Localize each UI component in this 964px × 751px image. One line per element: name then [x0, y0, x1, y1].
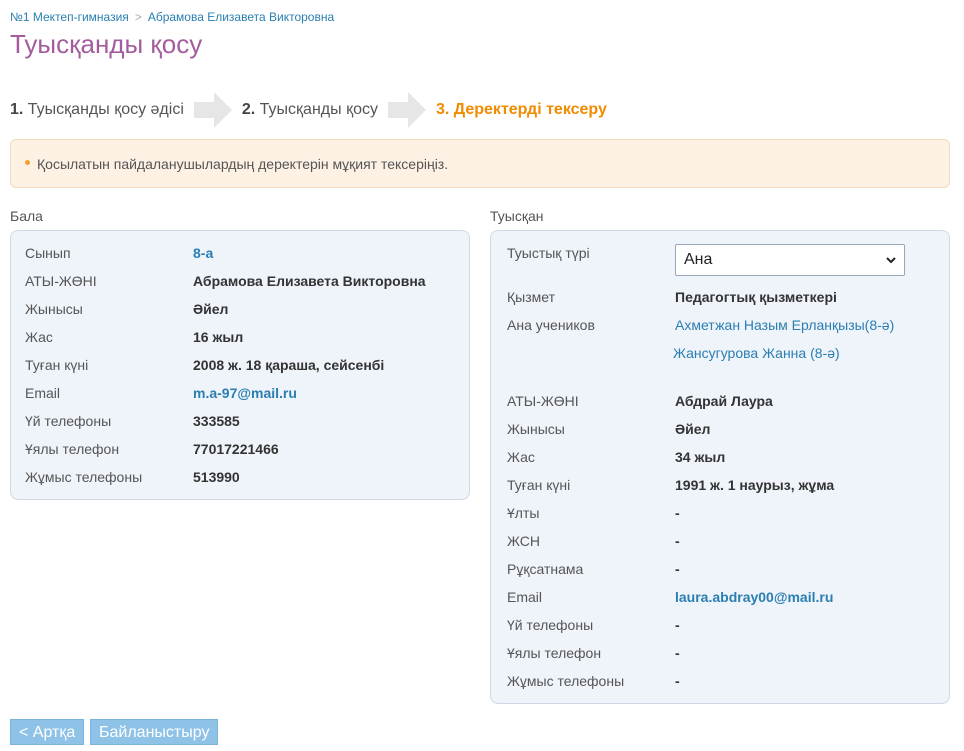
student-link[interactable]: Ахметжан Назым Ерланқызы: [675, 317, 865, 333]
relative-panel: Туыстық түрі Ана Қызмет Педагогтық қызме…: [490, 230, 950, 704]
child-row-home-phone: Үй телефоны 333585: [25, 413, 240, 429]
bullet-icon: [25, 160, 30, 165]
child-class-link[interactable]: 8-а: [193, 245, 213, 261]
step-arrow-icon: [387, 92, 426, 128]
student-item: Ахметжан Назым Ерланқызы(8-ә): [675, 317, 894, 333]
child-row-gender: Жынысы Әйел: [25, 301, 229, 317]
student-class-link[interactable]: (8-ә): [865, 317, 895, 333]
alert-text: Қосылатын пайдаланушылардың деректерін м…: [37, 155, 449, 172]
step-2: 2. Туысқанды қосу: [241, 101, 378, 118]
chevron-down-icon: [886, 257, 896, 264]
relative-row-permit: Рұқсатнама -: [507, 561, 680, 577]
child-row-class: Сынып 8-а: [25, 245, 214, 261]
student-class-link[interactable]: (8-ә): [810, 345, 840, 361]
step-1: 1. Туысқанды қосу әдісі: [10, 101, 184, 118]
page-title: Туысқанды қосу: [10, 29, 203, 59]
relative-row-home-phone: Үй телефоны -: [507, 617, 680, 633]
step-3-active: 3. Деректерді тексеру: [435, 101, 607, 118]
back-button[interactable]: < Артқа: [10, 719, 85, 745]
relative-row-position: Қызмет Педагогтық қызметкері: [507, 289, 837, 305]
wizard-steps: 1. Туысқанды қосу әдісі 2. Туысқанды қос…: [10, 92, 607, 128]
relative-row-birthday: Туған күні 1991 ж. 1 наурыз, жұма: [507, 477, 835, 493]
relative-row-work-phone: Жұмыс телефоны -: [507, 673, 680, 689]
warning-alert: Қосылатын пайдаланушылардың деректерін м…: [10, 139, 950, 188]
child-row-mobile-phone: Ұялы телефон 77017221466: [25, 441, 279, 457]
child-email-link[interactable]: m.a-97@mail.ru: [193, 385, 297, 401]
child-section-title: Бала: [10, 208, 43, 224]
relative-row-name: АТЫ-ЖӨНІ Абдрай Лаура: [507, 393, 773, 409]
relative-row-iin: ЖСН -: [507, 533, 680, 549]
child-row-work-phone: Жұмыс телефоны 513990: [25, 469, 240, 485]
relative-row-email: Email laura.abdray00@mail.ru: [507, 589, 834, 605]
child-row-name: АТЫ-ЖӨНІ Абрамова Елизавета Викторовна: [25, 273, 426, 289]
relative-row-nationality: Ұлты -: [507, 505, 680, 521]
child-row-age: Жас 16 жыл: [25, 329, 244, 345]
relative-row-gender: Жынысы Әйел: [507, 421, 711, 437]
relative-row-students-2: Жансугурова Жанна (8-ә): [491, 341, 949, 369]
student-item: Жансугурова Жанна (8-ә): [673, 345, 840, 361]
child-row-birthday: Туған күні 2008 ж. 18 қараша, сейсенбі: [25, 357, 385, 373]
relative-email-link[interactable]: laura.abdray00@mail.ru: [675, 589, 833, 605]
child-row-email: Email m.a-97@mail.ru: [25, 385, 297, 401]
relative-row-mobile-phone: Ұялы телефон -: [507, 645, 680, 661]
relative-section-title: Туысқан: [490, 208, 544, 224]
relative-row-students: Ана учеников Ахметжан Назым Ерланқызы(8-…: [507, 317, 895, 333]
breadcrumb: №1 Мектеп-гимназия > Абрамова Елизавета Ви…: [10, 10, 334, 24]
breadcrumb-school-link[interactable]: №1 Мектеп-гимназия: [10, 10, 129, 24]
step-arrow-icon: [193, 92, 232, 128]
relative-row-age: Жас 34 жыл: [507, 449, 726, 465]
student-link[interactable]: Жансугурова Жанна: [673, 345, 806, 361]
breadcrumb-student-link[interactable]: Абрамова Елизавета Викторовна: [148, 10, 334, 24]
relation-type-select[interactable]: Ана: [675, 244, 905, 276]
breadcrumb-separator: >: [134, 10, 142, 24]
child-panel: Сынып 8-а АТЫ-ЖӨНІ Абрамова Елизавета Ви…: [10, 230, 470, 500]
link-button[interactable]: Байланыстыру: [90, 719, 219, 745]
